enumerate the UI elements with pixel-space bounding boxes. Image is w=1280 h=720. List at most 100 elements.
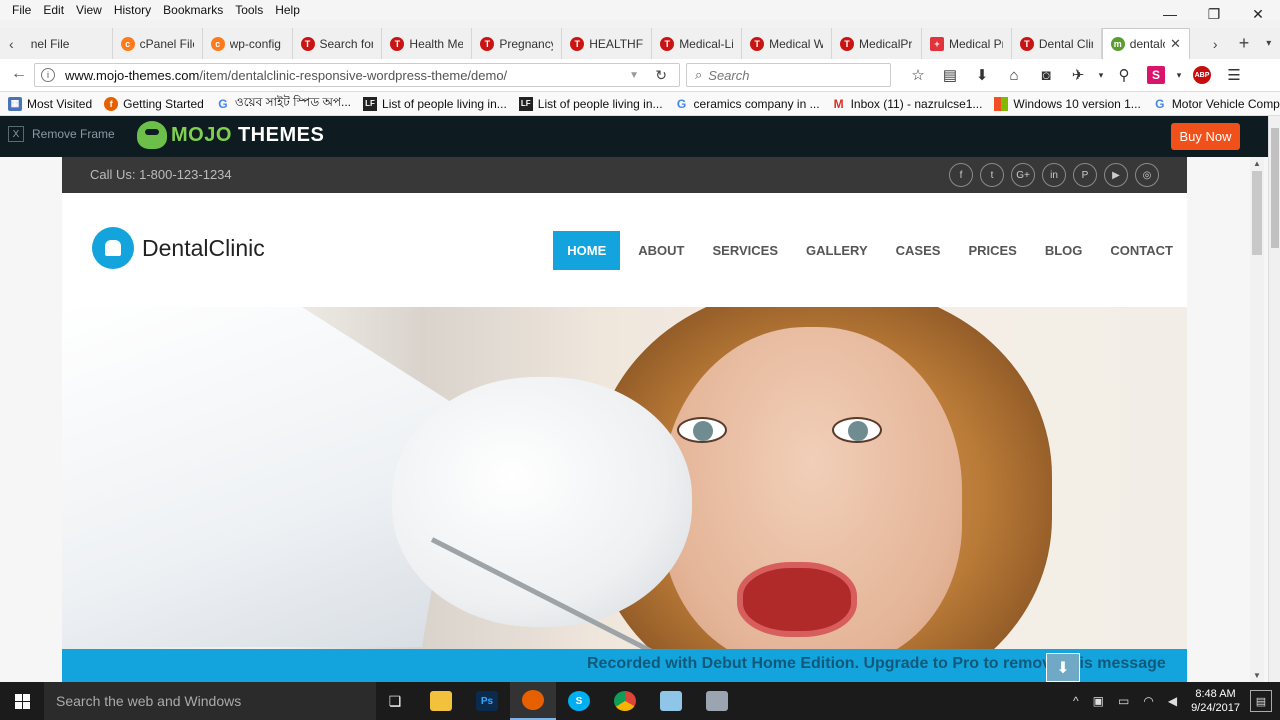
app-icon[interactable] (648, 682, 694, 720)
site-logo[interactable]: DentalClinic (92, 227, 265, 269)
outer-scrollbar[interactable] (1268, 116, 1280, 682)
scroll-down-icon[interactable]: ⬇ (1046, 653, 1080, 682)
nav-about[interactable]: ABOUT (624, 231, 698, 270)
menu-tools[interactable]: Tools (229, 3, 269, 17)
recorder-icon[interactable] (694, 682, 740, 720)
volume-icon[interactable]: ◀ (1168, 694, 1177, 708)
hamburger-menu-icon[interactable]: ☰ (1218, 63, 1250, 87)
start-button[interactable] (0, 682, 44, 720)
twitter-icon[interactable]: t (980, 163, 1004, 187)
linkedin-icon[interactable]: in (1042, 163, 1066, 187)
adblock-icon[interactable]: ABP (1186, 63, 1218, 87)
tab-list-icon[interactable]: ▾ (1257, 38, 1280, 49)
nav-cases[interactable]: CASES (882, 231, 955, 270)
tab-healthfl[interactable]: T HEALTHFL (562, 28, 653, 59)
tab-medicalpr[interactable]: T MedicalPr (832, 28, 922, 59)
menu-file[interactable]: File (6, 3, 37, 17)
clipboard-icon[interactable]: ▤ (934, 63, 966, 87)
bookmark-motor-vehicle[interactable]: G Motor Vehicle Compa... (1153, 97, 1280, 111)
wifi-icon[interactable]: ◠ (1143, 694, 1153, 708)
menu-history[interactable]: History (108, 3, 157, 17)
scroll-up-icon[interactable]: ▲ (1253, 159, 1261, 168)
address-bar[interactable]: i www.mojo-themes.com/item/dentalclinic-… (34, 63, 680, 87)
home-icon[interactable]: ⌂ (998, 63, 1030, 87)
tray-app-icon[interactable]: ▣ (1093, 694, 1104, 708)
pocket-icon[interactable]: ◙ (1030, 63, 1062, 87)
nav-contact[interactable]: CONTACT (1096, 231, 1187, 270)
bookmark-list-people-2[interactable]: LF List of people living in... (518, 96, 663, 111)
nav-home[interactable]: HOME (553, 231, 621, 270)
task-view-icon[interactable]: ❏ (372, 682, 418, 720)
menu-edit[interactable]: Edit (37, 3, 70, 17)
nav-prices[interactable]: PRICES (954, 231, 1030, 270)
clock[interactable]: 8:48 AM 9/24/2017 (1191, 687, 1240, 715)
maximize-button[interactable]: ❐ (1192, 0, 1236, 28)
tab-medical-w[interactable]: T Medical W (742, 28, 833, 59)
tab-cpanel-2[interactable]: c cPanel File (113, 28, 203, 59)
extension-icon[interactable]: ✈ (1062, 63, 1094, 87)
dropdown-icon-2[interactable]: ▾ (1172, 63, 1186, 87)
tab-pregnancy[interactable]: T Pregnancy (472, 28, 563, 59)
bookmark-getting-started[interactable]: f Getting Started (104, 96, 204, 111)
menu-view[interactable]: View (70, 3, 108, 17)
tab-cpanel-1[interactable]: nel File (23, 28, 113, 59)
page-scrollbar[interactable]: ▲ ▼ (1250, 157, 1264, 682)
tab-search-for[interactable]: T Search for (293, 28, 383, 59)
tray-expand-icon[interactable]: ^ (1073, 694, 1079, 708)
tab-dentalc-active[interactable]: m dentalc ✕ (1101, 28, 1190, 59)
file-explorer-icon[interactable] (418, 682, 464, 720)
skype-icon[interactable]: S (556, 682, 602, 720)
remove-frame-button[interactable]: X Remove Frame (8, 126, 115, 142)
scroll-down-arrow-icon[interactable]: ▼ (1253, 671, 1261, 680)
bookmark-most-visited[interactable]: ▦ Most Visited (8, 96, 92, 111)
tab-scroll-right-icon[interactable]: › (1204, 36, 1227, 52)
minimize-button[interactable]: — (1148, 0, 1192, 28)
facebook-icon[interactable]: f (949, 163, 973, 187)
bookmark-star-icon[interactable]: ☆ (902, 63, 934, 87)
outer-scroll-thumb[interactable] (1271, 128, 1279, 248)
nav-blog[interactable]: BLOG (1031, 231, 1097, 270)
mojo-logo[interactable]: MOJO THEMES (137, 121, 324, 149)
page-scroll-thumb[interactable] (1252, 171, 1262, 255)
search-input[interactable]: ⌕ Search (686, 63, 891, 87)
tab-health-me[interactable]: T Health Me (382, 28, 473, 59)
most-visited-icon: ▦ (8, 96, 22, 111)
notifications-icon[interactable]: ▤ (1250, 690, 1272, 712)
nav-bar: ← i www.mojo-themes.com/item/dentalclini… (0, 59, 1280, 92)
nav-gallery[interactable]: GALLERY (792, 231, 882, 270)
close-tab-icon[interactable]: ✕ (1170, 36, 1181, 52)
close-button[interactable]: ✕ (1236, 0, 1280, 28)
firefox-taskbar-icon[interactable] (510, 682, 556, 720)
menu-help[interactable]: Help (269, 3, 306, 17)
photoshop-icon[interactable]: Ps (464, 682, 510, 720)
pin-icon[interactable]: ⚲ (1108, 63, 1140, 87)
battery-icon[interactable]: ▭ (1118, 694, 1129, 708)
site-info-icon[interactable]: i (41, 68, 55, 82)
buy-now-button[interactable]: Buy Now (1171, 123, 1240, 150)
google-plus-icon[interactable]: G+ (1011, 163, 1035, 187)
history-dropdown-icon[interactable]: ▼ (629, 70, 639, 81)
nav-services[interactable]: SERVICES (698, 231, 792, 270)
tab-medical-li[interactable]: T Medical-Li (652, 28, 743, 59)
taskbar-search[interactable]: Search the web and Windows (44, 682, 376, 720)
tab-medical-pr[interactable]: + Medical Pr (922, 28, 1012, 59)
reload-icon[interactable]: ↻ (655, 67, 667, 84)
back-icon[interactable]: ← (4, 65, 34, 83)
bookmark-windows10[interactable]: Windows 10 version 1... (994, 96, 1141, 111)
new-tab-icon[interactable]: + (1233, 33, 1256, 54)
tab-dental-clin[interactable]: T Dental Clin (1012, 28, 1102, 59)
bookmark-ceramics[interactable]: Gceramics company in ... (675, 97, 820, 111)
chrome-icon[interactable] (602, 682, 648, 720)
instagram-icon[interactable]: ◎ (1135, 163, 1159, 187)
menu-bookmarks[interactable]: Bookmarks (157, 3, 229, 17)
download-icon[interactable]: ⬇ (966, 63, 998, 87)
tab-scroll-left-icon[interactable]: ‹ (0, 36, 23, 52)
bookmark-list-people-1[interactable]: LF List of people living in... (363, 96, 507, 111)
bookmark-inbox[interactable]: M Inbox (11) - nazrulcse1... (832, 97, 983, 111)
youtube-icon[interactable]: ▶ (1104, 163, 1128, 187)
s-extension-icon[interactable]: S (1140, 63, 1172, 87)
pinterest-icon[interactable]: P (1073, 163, 1097, 187)
dropdown-icon[interactable]: ▾ (1094, 63, 1108, 87)
bookmark-bangla[interactable]: G ওয়েব সাইট স্পিড অপ... (216, 94, 351, 114)
tab-wp-config[interactable]: c wp-config (203, 28, 293, 59)
